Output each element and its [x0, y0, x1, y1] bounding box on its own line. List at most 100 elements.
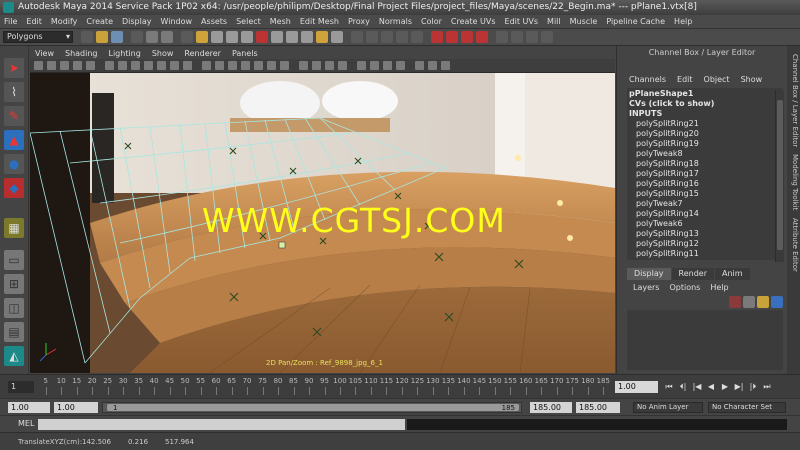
menu-muscle[interactable]: Muscle — [570, 17, 598, 26]
input-node[interactable]: polySplitRing21 — [627, 119, 783, 129]
go-to-start-button[interactable]: ⏮ — [662, 381, 676, 393]
input-node[interactable]: polySplitRing13 — [627, 229, 783, 239]
cb-menu-channels[interactable]: Channels — [629, 75, 666, 84]
layer-menu-options[interactable]: Options — [669, 283, 700, 292]
menu-edit-uvs[interactable]: Edit UVs — [505, 17, 539, 26]
menu-create-uvs[interactable]: Create UVs — [451, 17, 496, 26]
sidebar-toggle-icon-2[interactable] — [526, 31, 538, 43]
menu-assets[interactable]: Assets — [201, 17, 227, 26]
step-forward-frame-button[interactable]: |⏵ — [746, 381, 760, 393]
step-back-frame-button[interactable]: ⏴| — [676, 381, 690, 393]
playback-end-field[interactable]: 185.00 — [530, 402, 572, 413]
cb-menu-show[interactable]: Show — [741, 75, 763, 84]
open-scene-icon[interactable] — [96, 31, 108, 43]
input-node[interactable]: polyTweak8 — [627, 149, 783, 159]
selected-vertex[interactable] — [278, 241, 286, 249]
input-node[interactable]: polySplitRing20 — [627, 129, 783, 139]
channel-box-scrollbar[interactable] — [775, 90, 784, 262]
rendering-mask-icon[interactable] — [286, 31, 298, 43]
tab-display[interactable]: Display — [627, 268, 671, 280]
panel-menu-lighting[interactable]: Lighting — [108, 49, 140, 58]
handles-mask-icon[interactable] — [196, 31, 208, 43]
sidebar-toggle-icon-3[interactable] — [541, 31, 553, 43]
mel-label[interactable]: MEL — [18, 419, 34, 428]
panel-menu-renderer[interactable]: Renderer — [184, 49, 221, 58]
bookmarks-icon[interactable] — [60, 61, 69, 70]
menu-mesh[interactable]: Mesh — [270, 17, 291, 26]
input-node[interactable]: polyTweak7 — [627, 199, 783, 209]
range-bar[interactable]: 1 185 — [107, 404, 519, 412]
menu-create[interactable]: Create — [86, 17, 113, 26]
menu-pipeline-cache[interactable]: Pipeline Cache — [606, 17, 665, 26]
select-object-icon[interactable] — [146, 31, 158, 43]
menu-help[interactable]: Help — [674, 17, 692, 26]
paint-select-tool-icon[interactable]: ✎ — [4, 106, 24, 126]
default-material-icon[interactable] — [228, 61, 237, 70]
mel-input-field[interactable] — [38, 419, 405, 430]
end-time-field[interactable]: 185.00 — [576, 402, 620, 413]
lock-selection-icon[interactable] — [316, 31, 328, 43]
gamma-icon[interactable] — [415, 61, 424, 70]
snap-grid-icon[interactable] — [351, 31, 363, 43]
dynamics-mask-icon[interactable] — [271, 31, 283, 43]
input-node[interactable]: polySplitRing11 — [627, 249, 783, 259]
four-pane-layout-icon[interactable]: ⊞ — [4, 274, 24, 294]
input-node[interactable]: polySplitRing16 — [627, 179, 783, 189]
make-live-icon[interactable] — [411, 31, 423, 43]
save-scene-icon[interactable] — [111, 31, 123, 43]
last-tool-icon[interactable]: ▦ — [4, 218, 24, 238]
wireframe-icon[interactable] — [202, 61, 211, 70]
menu-file[interactable]: File — [4, 17, 17, 26]
side-tab-modeling-toolkit[interactable]: Modeling Toolkit — [788, 154, 799, 210]
ipr-render-icon[interactable] — [461, 31, 473, 43]
film-gate-icon[interactable] — [118, 61, 127, 70]
render-current-frame-icon[interactable] — [446, 31, 458, 43]
input-node[interactable]: polySplitRing19 — [627, 139, 783, 149]
perspective-viewport[interactable]: WWW.CGTSJ.COM 2D Pan/Zoom : Ref_9898_jpg… — [30, 73, 615, 373]
current-frame-field[interactable]: 1.00 — [615, 381, 658, 393]
render-settings-icon[interactable] — [476, 31, 488, 43]
panel-menu-view[interactable]: View — [35, 49, 54, 58]
single-pane-layout-icon[interactable]: ▭ — [4, 250, 24, 270]
new-scene-icon[interactable] — [81, 31, 93, 43]
menu-normals[interactable]: Normals — [379, 17, 412, 26]
rotate-tool-icon[interactable]: ● — [4, 154, 24, 174]
character-set-dropdown[interactable]: No Character Set — [708, 402, 786, 413]
lasso-tool-icon[interactable]: ⌇ — [4, 82, 24, 102]
cvs-toggle[interactable]: CVs (click to show) — [627, 99, 783, 109]
menu-edit[interactable]: Edit — [26, 17, 42, 26]
panel-menu-panels[interactable]: Panels — [232, 49, 258, 58]
panel-menu-shading[interactable]: Shading — [65, 49, 98, 58]
new-layer-from-selected-icon[interactable] — [729, 296, 741, 308]
new-empty-layer-icon[interactable] — [743, 296, 755, 308]
shadows-icon[interactable] — [280, 61, 289, 70]
safe-title-icon[interactable] — [183, 61, 192, 70]
play-forwards-button[interactable]: ▶ — [718, 381, 732, 393]
select-hierarchy-icon[interactable] — [131, 31, 143, 43]
layer-sort-icon[interactable] — [757, 296, 769, 308]
two-d-pan-zoom-icon[interactable] — [86, 61, 95, 70]
start-time-field[interactable]: 1.00 — [8, 402, 50, 413]
go-to-end-button[interactable]: ⏭ — [760, 381, 774, 393]
menu-window[interactable]: Window — [161, 17, 193, 26]
hypershade-layout-icon[interactable]: ◭ — [4, 346, 24, 366]
step-forward-key-button[interactable]: ▶| — [732, 381, 746, 393]
exposure-icon[interactable] — [428, 61, 437, 70]
image-plane-icon[interactable] — [73, 61, 82, 70]
screen-space-ao-icon[interactable] — [299, 61, 308, 70]
select-camera-icon[interactable] — [34, 61, 43, 70]
smooth-shade-icon[interactable] — [215, 61, 224, 70]
shape-node-label[interactable]: pPlaneShape1 — [627, 89, 783, 99]
scale-tool-icon[interactable]: ◆ — [4, 178, 24, 198]
anim-layer-dropdown[interactable]: No Anim Layer — [633, 402, 703, 413]
side-tab-channel-box[interactable]: Channel Box / Layer Editor — [788, 54, 799, 147]
layer-options-icon[interactable] — [771, 296, 783, 308]
menu-proxy[interactable]: Proxy — [348, 17, 370, 26]
step-back-key-button[interactable]: |◀ — [690, 381, 704, 393]
resolution-gate-icon[interactable] — [131, 61, 140, 70]
menu-edit-mesh[interactable]: Edit Mesh — [300, 17, 339, 26]
range-track[interactable]: 1 185 — [102, 402, 522, 413]
gate-mask-icon[interactable] — [144, 61, 153, 70]
channel-box-scroll-thumb[interactable] — [777, 100, 783, 250]
xray-icon[interactable] — [370, 61, 379, 70]
